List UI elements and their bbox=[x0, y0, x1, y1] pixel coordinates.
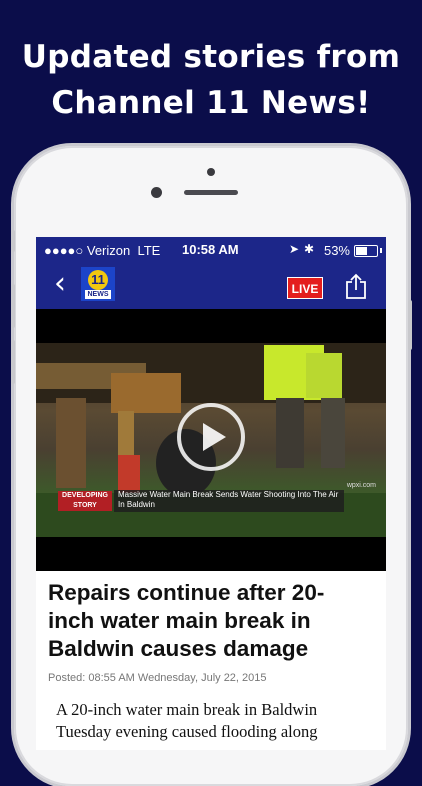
share-icon[interactable] bbox=[345, 273, 367, 299]
battery-fill bbox=[356, 247, 367, 255]
proximity-sensor bbox=[207, 168, 215, 176]
earpiece-speaker bbox=[184, 190, 238, 195]
mute-switch bbox=[11, 230, 15, 252]
logo-number: 11 bbox=[88, 270, 108, 290]
article-body: A 20-inch water main break in Baldwin Tu… bbox=[56, 700, 318, 741]
chevron-left-icon[interactable]: ‹ bbox=[54, 269, 66, 299]
video-thumbnail: DEVELOPING STORY Massive Water Main Brea… bbox=[36, 343, 386, 537]
bluetooth-icon: ✱ bbox=[304, 242, 315, 256]
volume-down-button bbox=[11, 340, 15, 384]
location-icon: ➤ bbox=[289, 242, 300, 256]
promo-headline-line1: Updated stories from bbox=[21, 39, 401, 75]
battery-percent: 53% bbox=[323, 243, 350, 258]
news-lower-third: DEVELOPING STORY Massive Water Main Brea… bbox=[36, 489, 386, 515]
video-caption: Massive Water Main Break Sends Water Sho… bbox=[114, 490, 344, 512]
video-watermark: wpxi.com bbox=[346, 482, 376, 489]
status-carrier: ●●●●○ Verizon LTE bbox=[44, 243, 160, 258]
volume-up-button bbox=[11, 284, 15, 328]
channel-11-logo[interactable]: 11 NEWS bbox=[81, 267, 115, 301]
phone-screen: ●●●●○ Verizon LTE 10:58 AM ➤ ✱ 53% ‹ 11 … bbox=[36, 237, 386, 750]
article-title: Repairs continue after 20-inch water mai… bbox=[48, 580, 325, 661]
status-time: 10:58 AM bbox=[182, 242, 239, 257]
video-player[interactable]: DEVELOPING STORY Massive Water Main Brea… bbox=[36, 309, 386, 571]
article-posted-date: Posted: 08:55 AM Wednesday, July 22, 201… bbox=[48, 672, 267, 684]
live-button[interactable]: LIVE bbox=[287, 277, 323, 299]
promo-headline-line2: Channel 11 News! bbox=[51, 85, 371, 121]
front-camera bbox=[151, 187, 162, 198]
play-icon bbox=[203, 423, 226, 451]
battery-nub bbox=[380, 248, 382, 253]
article-card: Repairs continue after 20-inch water mai… bbox=[36, 571, 386, 750]
logo-text: NEWS bbox=[85, 290, 111, 299]
nav-bar: ‹ 11 NEWS LIVE bbox=[36, 263, 386, 309]
power-button bbox=[408, 300, 412, 350]
developing-story-tag: DEVELOPING STORY bbox=[58, 491, 112, 511]
battery-icon bbox=[354, 245, 378, 257]
network-label: LTE bbox=[137, 243, 161, 258]
carrier-label: ●●●●○ Verizon bbox=[44, 243, 131, 258]
status-bar: ●●●●○ Verizon LTE 10:58 AM ➤ ✱ 53% bbox=[36, 237, 386, 263]
play-button[interactable] bbox=[177, 403, 245, 471]
promo-headline: Updated stories from Channel 11 News! bbox=[0, 34, 422, 126]
